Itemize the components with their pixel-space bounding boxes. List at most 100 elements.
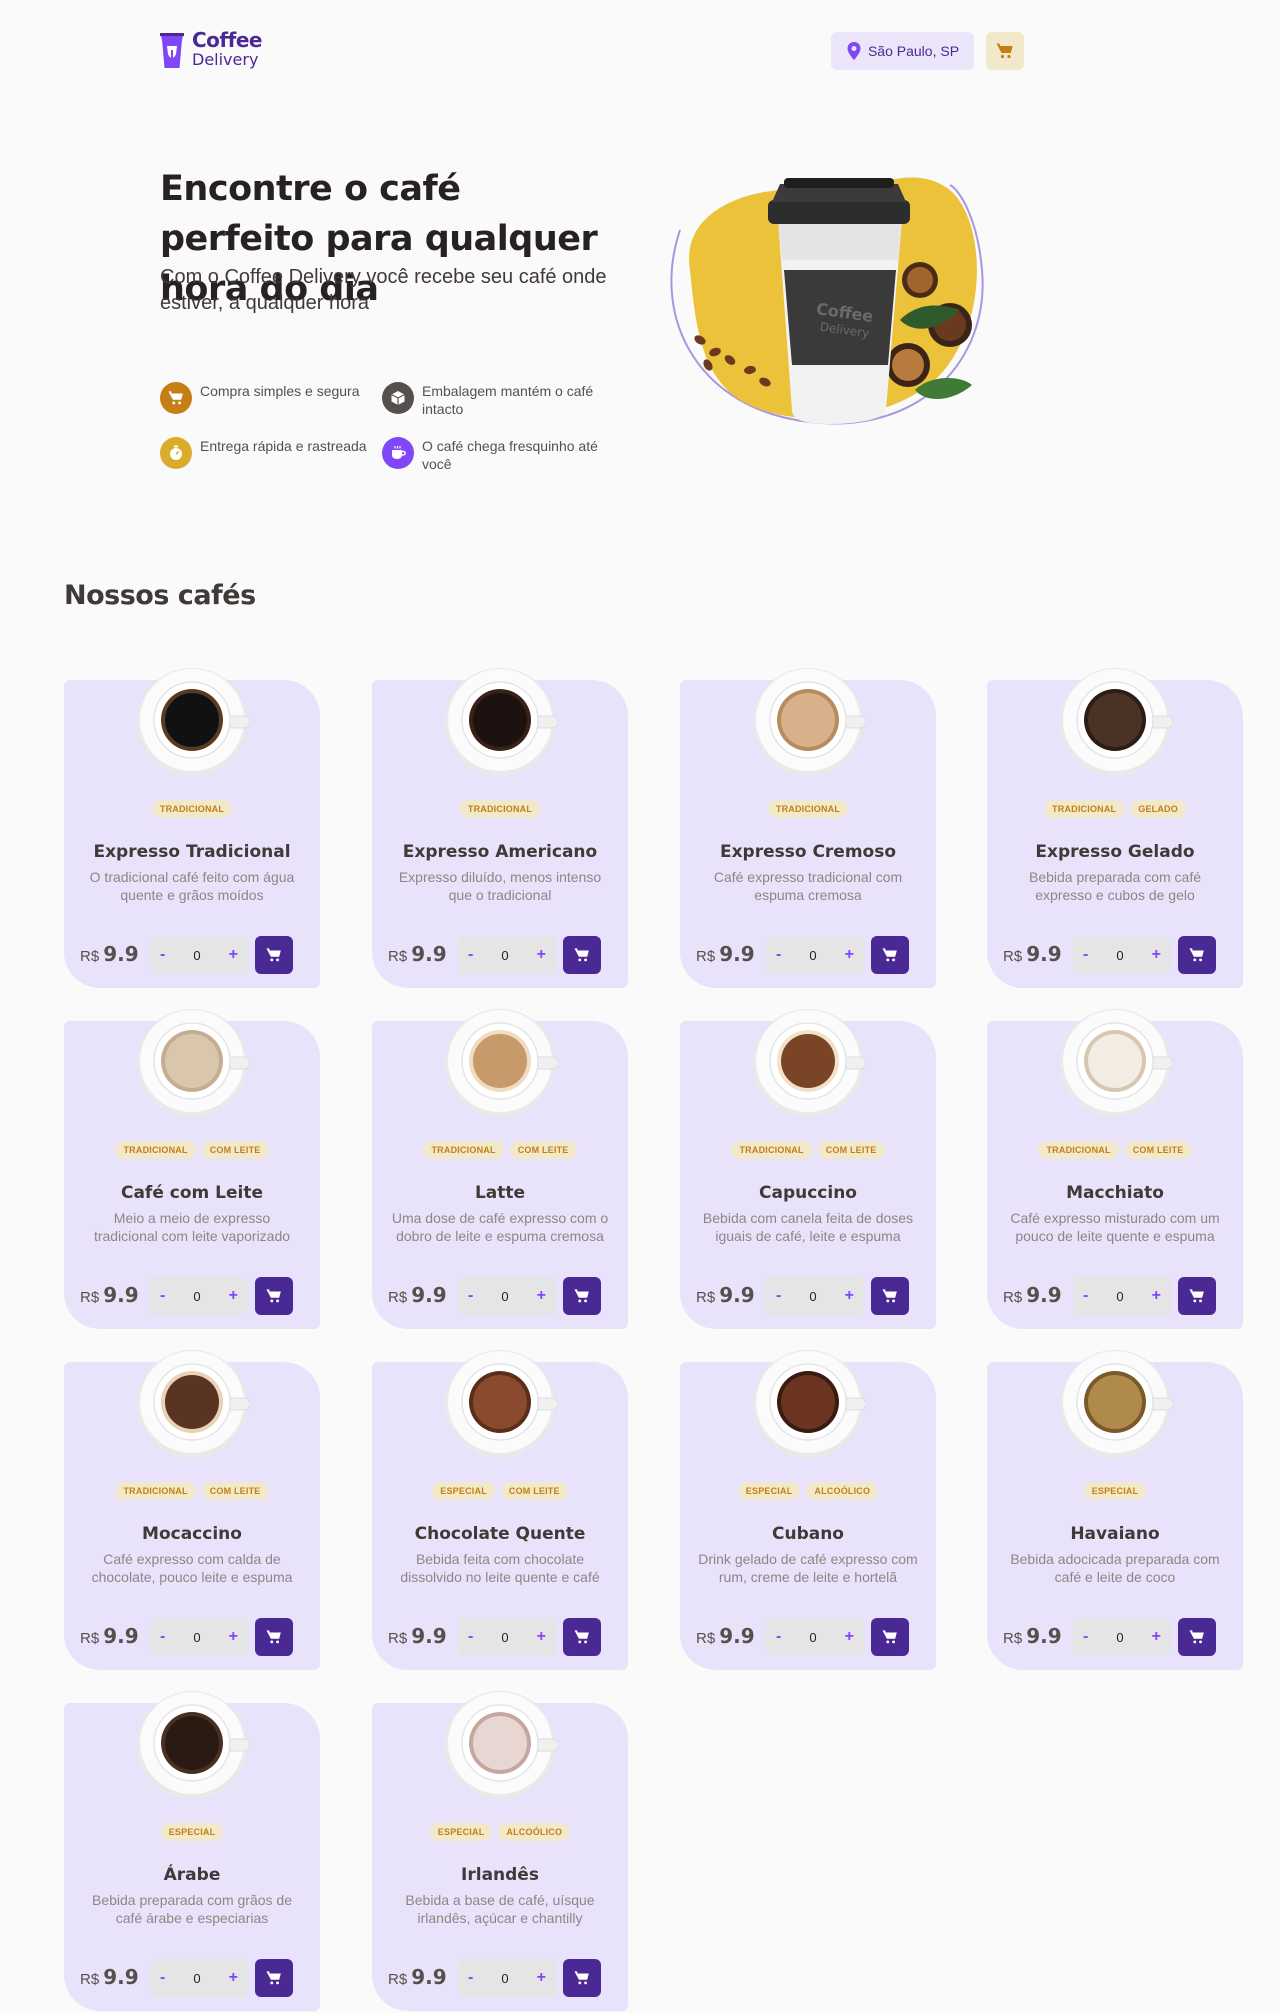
product-tag: Com leite [509,1141,577,1159]
product-card: Especial Com leite Chocolate Quente Bebid… [372,1350,628,1670]
minus-icon[interactable]: - [468,1287,473,1305]
minus-icon[interactable]: - [160,1969,165,1987]
product-card: Tradicional Expresso Tradicional O tradi… [64,668,320,988]
plus-icon[interactable]: + [537,1628,546,1646]
product-tag: Tradicional [115,1141,196,1159]
minus-icon[interactable]: - [1083,1287,1088,1305]
product-description: Bebida preparada com grãos de café árabe… [91,1892,293,1926]
product-tag: Com leite [500,1482,568,1500]
add-to-cart-button[interactable] [1178,1277,1216,1315]
shopping-cart-icon [996,43,1013,59]
coffee-icon [382,437,414,469]
plus-icon[interactable]: + [229,946,238,964]
minus-icon[interactable]: - [776,946,781,964]
logo[interactable]: Coffee Delivery [158,30,262,70]
shopping-cart-icon [574,1289,589,1303]
plus-icon[interactable]: + [229,1969,238,1987]
quantity-stepper[interactable]: - 0 + [1073,1618,1171,1656]
add-to-cart-button[interactable] [255,936,293,974]
minus-icon[interactable]: - [468,1969,473,1987]
quantity-stepper[interactable]: - 0 + [150,1959,248,1997]
price-value: 9.9 [103,1624,139,1648]
minus-icon[interactable]: - [160,1287,165,1305]
add-to-cart-button[interactable] [563,1959,601,1997]
add-to-cart-button[interactable] [871,936,909,974]
add-to-cart-button[interactable] [255,1277,293,1315]
quantity-stepper[interactable]: - 0 + [458,1277,556,1315]
price-value: 9.9 [719,1624,755,1648]
shopping-cart-icon [574,1971,589,1985]
add-to-cart-button[interactable] [1178,936,1216,974]
plus-icon[interactable]: + [229,1628,238,1646]
quantity-value: 0 [501,1629,509,1645]
quantity-stepper[interactable]: - 0 + [458,1618,556,1656]
location-button[interactable]: São Paulo, SP [831,32,974,70]
quantity-stepper[interactable]: - 0 + [458,936,556,974]
benefit-label: O café chega fresquinho até você [422,438,598,472]
plus-icon[interactable]: + [537,1969,546,1987]
plus-icon[interactable]: + [537,946,546,964]
product-tag: Tradicional [423,1141,504,1159]
add-to-cart-button[interactable] [1178,1618,1216,1656]
plus-icon[interactable]: + [845,1287,854,1305]
quantity-stepper[interactable]: - 0 + [150,1277,248,1315]
quantity-stepper[interactable]: - 0 + [766,936,864,974]
add-to-cart-button[interactable] [563,1618,601,1656]
product-tag: Tradicional [767,800,849,818]
logo-line1: Coffee [192,28,262,52]
minus-icon[interactable]: - [1083,946,1088,964]
currency-symbol: R$ [388,1289,408,1306]
add-to-cart-button[interactable] [871,1618,909,1656]
quantity-stepper[interactable]: - 0 + [150,1618,248,1656]
add-to-cart-button[interactable] [255,1618,293,1656]
minus-icon[interactable]: - [468,946,473,964]
minus-icon[interactable]: - [776,1287,781,1305]
product-name: Macchiato [1066,1183,1164,1203]
quantity-stepper[interactable]: - 0 + [766,1277,864,1315]
add-to-cart-button[interactable] [563,936,601,974]
shopping-cart-icon [266,948,281,962]
quantity-stepper[interactable]: - 0 + [1073,936,1171,974]
shopping-cart-icon [266,1971,281,1985]
product-name: Expresso Cremoso [719,842,897,862]
minus-icon[interactable]: - [160,1628,165,1646]
plus-icon[interactable]: + [845,946,854,964]
quantity-stepper[interactable]: - 0 + [1073,1277,1171,1315]
plus-icon[interactable]: + [1152,1628,1161,1646]
minus-icon[interactable]: - [160,946,165,964]
product-name: Árabe [163,1865,221,1885]
plus-icon[interactable]: + [1152,946,1161,964]
quantity-stepper[interactable]: - 0 + [458,1959,556,1997]
minus-icon[interactable]: - [1083,1628,1088,1646]
product-card: Especial Alcoólico Irlandês Bebida a base… [372,1691,628,2011]
shopping-cart-icon [1189,948,1204,962]
benefit-label: Embalagem mantém o café intacto [422,383,594,417]
price-value: 9.9 [1026,1624,1062,1648]
shopping-cart-icon [160,382,192,414]
minus-icon[interactable]: - [468,1628,473,1646]
currency-symbol: R$ [80,1971,100,1988]
product-tag: Tradicional [1038,1141,1119,1159]
product-tag: Alcoólico [806,1482,879,1500]
coffee-cup-logo-icon [160,33,184,68]
add-to-cart-button[interactable] [563,1277,601,1315]
currency-symbol: R$ [1003,1630,1023,1647]
add-to-cart-button[interactable] [255,1959,293,1997]
plus-icon[interactable]: + [845,1628,854,1646]
plus-icon[interactable]: + [537,1287,546,1305]
add-to-cart-button[interactable] [871,1277,909,1315]
plus-icon[interactable]: + [1152,1287,1161,1305]
quantity-value: 0 [809,1629,817,1645]
plus-icon[interactable]: + [229,1287,238,1305]
product-card: Tradicional Expresso Cremoso Café expres… [680,668,936,988]
product-description: Bebida a base de café, uísque irlandês, … [405,1892,595,1926]
quantity-stepper[interactable]: - 0 + [766,1618,864,1656]
coffee-cup-image [753,668,866,776]
product-tag: Especial [432,1482,495,1500]
product-price: R$ 9.9 [80,942,139,966]
header-cart-button[interactable] [986,32,1024,70]
quantity-stepper[interactable]: - 0 + [150,936,248,974]
product-price: R$ 9.9 [696,1624,755,1648]
coffee-cup-image [137,1009,250,1117]
minus-icon[interactable]: - [776,1628,781,1646]
